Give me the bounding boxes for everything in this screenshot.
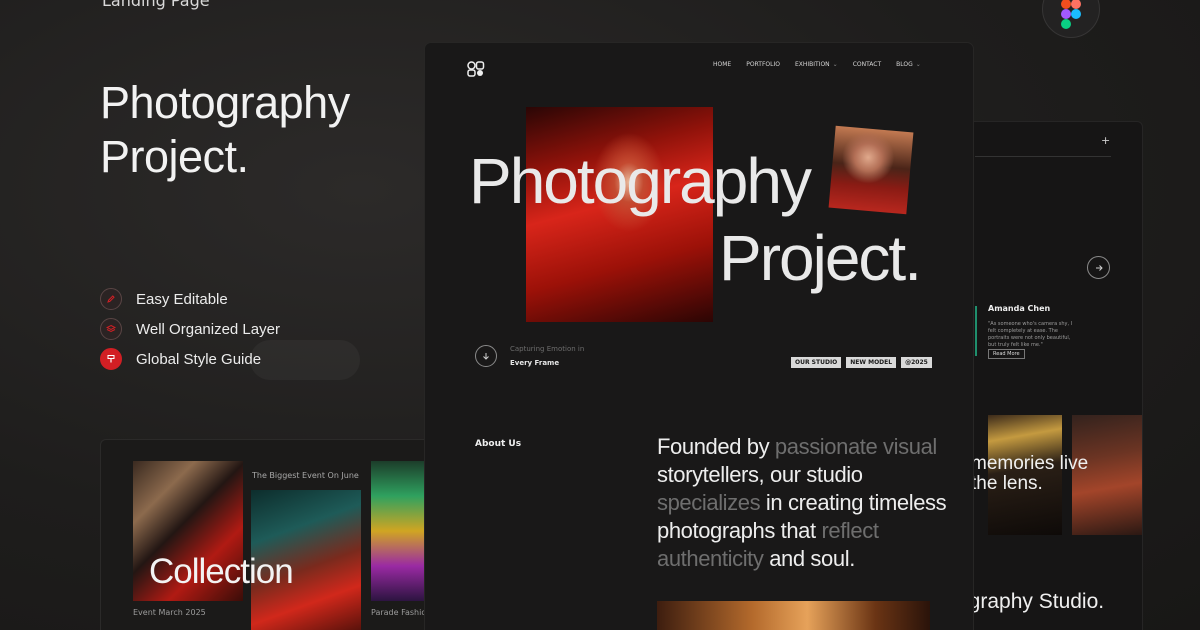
landing-page-label: Landing Page <box>102 0 210 10</box>
top-navigation: HOME PORTFOLIO EXHIBITION ⌄ CONTACT BLOG ⌄ <box>713 61 936 68</box>
nav-item-contact[interactable]: CONTACT <box>853 61 881 68</box>
about-statement: Founded by passionate visual storyteller… <box>657 433 957 573</box>
promo-title: Photography Project. <box>100 76 420 184</box>
figma-logo-icon <box>1042 0 1100 38</box>
nav-label: HOME <box>713 61 732 68</box>
collection-title: Collection <box>149 552 294 591</box>
memories-line-2: the lens. <box>971 473 1043 494</box>
about-photo <box>657 601 930 630</box>
plus-icon[interactable]: + <box>1101 134 1110 147</box>
arrow-down-icon <box>483 353 489 360</box>
read-more-button[interactable]: Read More <box>988 349 1025 359</box>
statement-part-dim: specializes <box>657 490 761 515</box>
hero-title-line1: Photography <box>469 145 812 217</box>
studio-text: ography Studio. <box>957 590 1105 613</box>
chevron-down-icon: ⌄ <box>832 61 838 68</box>
statement-part: storytellers, our studio <box>657 462 863 487</box>
nav-label: CONTACT <box>852 61 882 68</box>
tag-year[interactable]: @2025 <box>901 357 932 368</box>
statement-part-dim: passionate visual <box>774 434 937 459</box>
testimonial-accent-bar <box>975 306 977 356</box>
feature-label: Global Style Guide <box>136 350 262 368</box>
event-heading: The Biggest Event On June <box>252 471 359 480</box>
caption-title: Every Frame <box>510 359 560 367</box>
divider <box>975 156 1111 157</box>
chevron-down-icon: ⌄ <box>915 61 921 68</box>
main-landing-mockup: HOME PORTFOLIO EXHIBITION ⌄ CONTACT BLOG ⌄… <box>424 42 974 630</box>
nav-item-home[interactable]: HOME <box>713 61 731 68</box>
tag-our-studio[interactable]: OUR STUDIO <box>791 357 842 368</box>
feature-item-layers: Well Organized Layer <box>100 314 280 344</box>
statement-part: and soul. <box>763 546 855 571</box>
collection-mockup-card: The Biggest Event On June Collection Eve… <box>100 439 430 630</box>
next-arrow-button[interactable] <box>1087 256 1110 279</box>
nav-label: EXHIBITION <box>794 61 830 68</box>
statement-part: Founded by <box>657 434 775 459</box>
nav-item-portfolio[interactable]: PORTFOLIO <box>746 61 780 68</box>
layers-icon <box>100 318 122 340</box>
hero-tags: OUR STUDIO NEW MODEL @2025 <box>791 357 937 368</box>
event-date: Event March 2025 <box>133 608 206 617</box>
nav-label: PORTFOLIO <box>746 61 780 68</box>
memories-text: memories live the lens. <box>971 454 1131 494</box>
testimonial-quote: "As someone who's camera shy, I felt com… <box>988 321 1073 348</box>
hero-title-line2: Project. <box>719 222 922 294</box>
promo-title-line1: Photography <box>100 77 350 128</box>
testimonial-name: Amanda Chen <box>988 304 1051 313</box>
arrow-right-icon <box>1095 264 1103 271</box>
studio-logo-icon[interactable] <box>467 61 485 77</box>
feature-label: Well Organized Layer <box>136 320 280 338</box>
feature-list: Easy Editable Well Organized Layer Globa… <box>100 284 280 374</box>
pencil-icon <box>100 288 122 310</box>
collection-photo-3 <box>371 461 429 601</box>
feature-item-easy-editable: Easy Editable <box>100 284 280 314</box>
nav-item-exhibition[interactable]: EXHIBITION ⌄ <box>795 61 838 68</box>
promo-title-line2: Project. <box>100 131 249 182</box>
caption-subtitle: Capturing Emotion in <box>510 345 585 353</box>
hero-portrait-photo <box>828 125 914 215</box>
feature-item-style-guide: Global Style Guide <box>100 344 280 374</box>
nav-item-blog[interactable]: BLOG ⌄ <box>896 61 921 68</box>
memories-line-1: memories live <box>971 453 1089 474</box>
feature-label: Easy Editable <box>136 290 228 308</box>
style-guide-icon <box>100 348 122 370</box>
nav-label: BLOG <box>896 61 913 68</box>
about-heading: About Us <box>475 439 522 449</box>
parade-label: Parade Fashio <box>371 608 427 617</box>
tag-new-model[interactable]: NEW MODEL <box>846 357 897 368</box>
scroll-down-button[interactable] <box>475 345 497 367</box>
